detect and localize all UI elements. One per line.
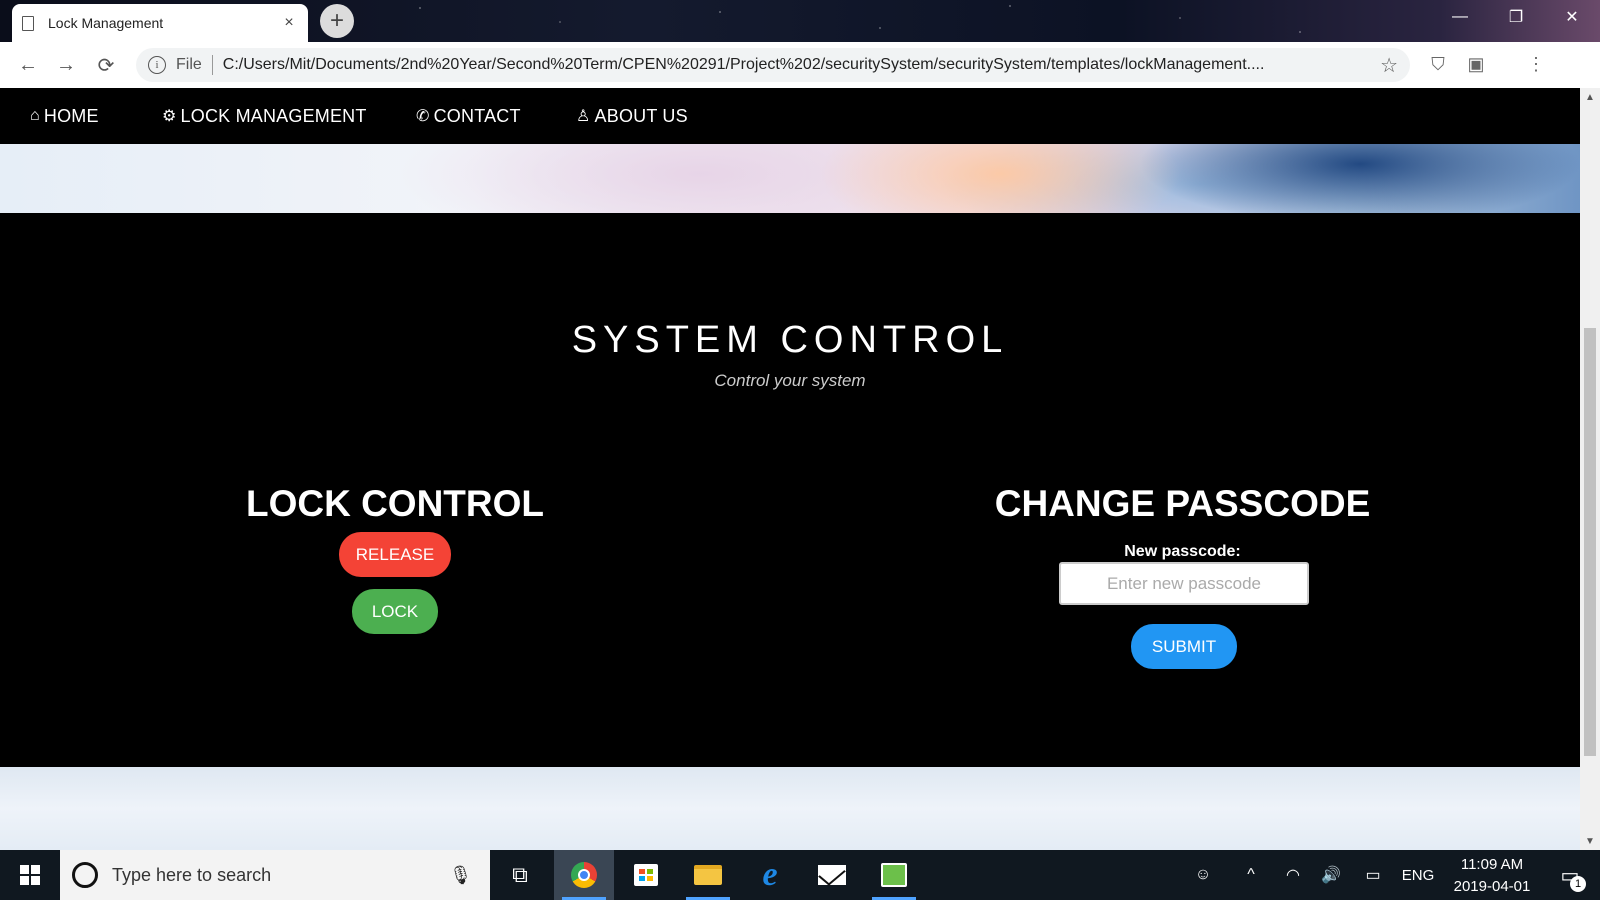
notification-count-badge: 1: [1570, 876, 1586, 892]
task-view-icon[interactable]: ⧉: [490, 850, 550, 900]
close-window-button[interactable]: ✕: [1544, 0, 1600, 34]
window-controls: — ❐ ✕: [1432, 0, 1600, 34]
bookmark-star-icon[interactable]: ☆: [1380, 53, 1398, 78]
chrome-icon: [571, 862, 597, 888]
new-passcode-input[interactable]: [1059, 562, 1309, 605]
nav-home-label: HOME: [43, 105, 99, 126]
chrome-taskbar-button[interactable]: [554, 850, 614, 900]
info-icon[interactable]: i: [148, 56, 166, 74]
url-text[interactable]: C:/Users/Mit/Documents/2nd%20Year/Second…: [223, 56, 1372, 74]
minimize-button[interactable]: —: [1432, 0, 1488, 34]
back-button[interactable]: ←: [8, 45, 48, 85]
new-tab-button[interactable]: +: [320, 4, 354, 38]
store-taskbar-button[interactable]: [616, 850, 676, 900]
url-scheme: File: [176, 56, 202, 73]
scroll-down-arrow-icon[interactable]: ▼: [1580, 832, 1600, 850]
folder-icon: [694, 865, 722, 885]
new-passcode-label: New passcode:: [1124, 543, 1241, 560]
hero-image-strip: [0, 144, 1580, 213]
reload-button[interactable]: ⟳: [86, 45, 126, 85]
taskbar-search-box[interactable]: Type here to search 🎙: [60, 850, 490, 900]
shield-extension-icon[interactable]: ⛉: [1426, 52, 1450, 76]
system-control-section: SYSTEM CONTROL Control your system LOCK …: [0, 213, 1580, 767]
submit-button[interactable]: SUBMIT: [1131, 624, 1237, 669]
lock-button[interactable]: LOCK: [352, 589, 438, 634]
people-icon[interactable]: ☺: [1186, 850, 1220, 900]
nav-about-us-label: ABOUT US: [594, 105, 688, 126]
tab-title: Lock Management: [48, 15, 164, 31]
start-button[interactable]: [0, 850, 60, 900]
input-language[interactable]: ENG: [1398, 850, 1438, 900]
restore-button[interactable]: ❐: [1488, 0, 1544, 34]
home-icon: ⌂: [30, 107, 40, 124]
phone-icon: ✆: [416, 108, 430, 125]
taskbar-clock[interactable]: 11:09 AM 2019-04-01: [1444, 854, 1540, 898]
change-passcode-heading: CHANGE PASSCODE: [994, 483, 1371, 524]
show-hidden-icons-chevron-icon[interactable]: ^: [1236, 850, 1266, 900]
gear-icon: ⚙: [162, 108, 177, 125]
user-icon: ♙: [576, 108, 591, 125]
nav-lock-management-link[interactable]: ⚙ LOCK MANAGEMENT: [162, 88, 367, 144]
page-title: SYSTEM CONTROL: [571, 319, 1009, 361]
search-placeholder: Type here to search: [112, 864, 272, 885]
windows-logo-icon: [20, 865, 40, 885]
lock-control-heading: LOCK CONTROL: [245, 483, 545, 524]
address-separator: [211, 55, 213, 75]
tab-close-icon[interactable]: ×: [280, 14, 298, 32]
site-navbar: ⌂ HOME ⚙ LOCK MANAGEMENT ✆ CONTACT ♙ ABO…: [0, 88, 1580, 144]
wifi-icon[interactable]: ◠: [1278, 850, 1308, 900]
browser-tab[interactable]: Lock Management ×: [12, 4, 308, 42]
browser-titlebar: Lock Management × + — ❐ ✕: [0, 0, 1600, 42]
scroll-up-arrow-icon[interactable]: ▲: [1580, 88, 1600, 106]
edge-icon: e: [762, 856, 778, 893]
release-button[interactable]: RELEASE: [339, 532, 451, 577]
windows-taskbar: Type here to search 🎙 ⧉ e ☺ ^ ◠ 🔊 ▭ ENG …: [0, 850, 1600, 900]
mail-taskbar-button[interactable]: [802, 850, 862, 900]
microphone-icon[interactable]: 🎙: [449, 865, 472, 886]
store-icon: [634, 864, 658, 886]
volume-icon[interactable]: 🔊: [1316, 850, 1346, 900]
nav-about-us-link[interactable]: ♙ ABOUT US: [576, 88, 688, 144]
browser-toolbar: ← → ⟳ i File C:/Users/Mit/Documents/2nd%…: [0, 42, 1600, 88]
action-center-button[interactable]: ▭ 1: [1548, 850, 1592, 900]
nav-contact-label: CONTACT: [433, 105, 521, 126]
page-scrollbar[interactable]: ▲ ▼: [1580, 88, 1600, 850]
photos-taskbar-button[interactable]: [864, 850, 924, 900]
file-explorer-taskbar-button[interactable]: [678, 850, 738, 900]
extension-icon[interactable]: ▣: [1464, 52, 1488, 76]
scrollbar-thumb[interactable]: [1584, 328, 1596, 756]
picture-icon: [881, 863, 907, 887]
battery-icon[interactable]: ▭: [1358, 850, 1388, 900]
nav-contact-link[interactable]: ✆ CONTACT: [416, 88, 521, 144]
page-subtitle: Control your system: [714, 371, 866, 390]
mail-icon: [818, 865, 846, 885]
clock-time: 11:09 AM: [1460, 856, 1524, 873]
nav-lock-management-label: LOCK MANAGEMENT: [180, 105, 367, 126]
forward-button[interactable]: →: [46, 45, 86, 85]
edge-taskbar-button[interactable]: e: [740, 850, 800, 900]
nav-home-link[interactable]: ⌂ HOME: [30, 88, 99, 144]
web-page: ⌂ HOME ⚙ LOCK MANAGEMENT ✆ CONTACT ♙ ABO…: [0, 88, 1580, 850]
menu-icon[interactable]: ⋮: [1524, 52, 1548, 76]
clock-date: 2019-04-01: [1453, 878, 1531, 895]
document-icon: [22, 15, 34, 31]
address-bar[interactable]: i File C:/Users/Mit/Documents/2nd%20Year…: [136, 48, 1410, 82]
footer-image-strip: [0, 767, 1580, 850]
cortana-icon: [72, 862, 98, 888]
